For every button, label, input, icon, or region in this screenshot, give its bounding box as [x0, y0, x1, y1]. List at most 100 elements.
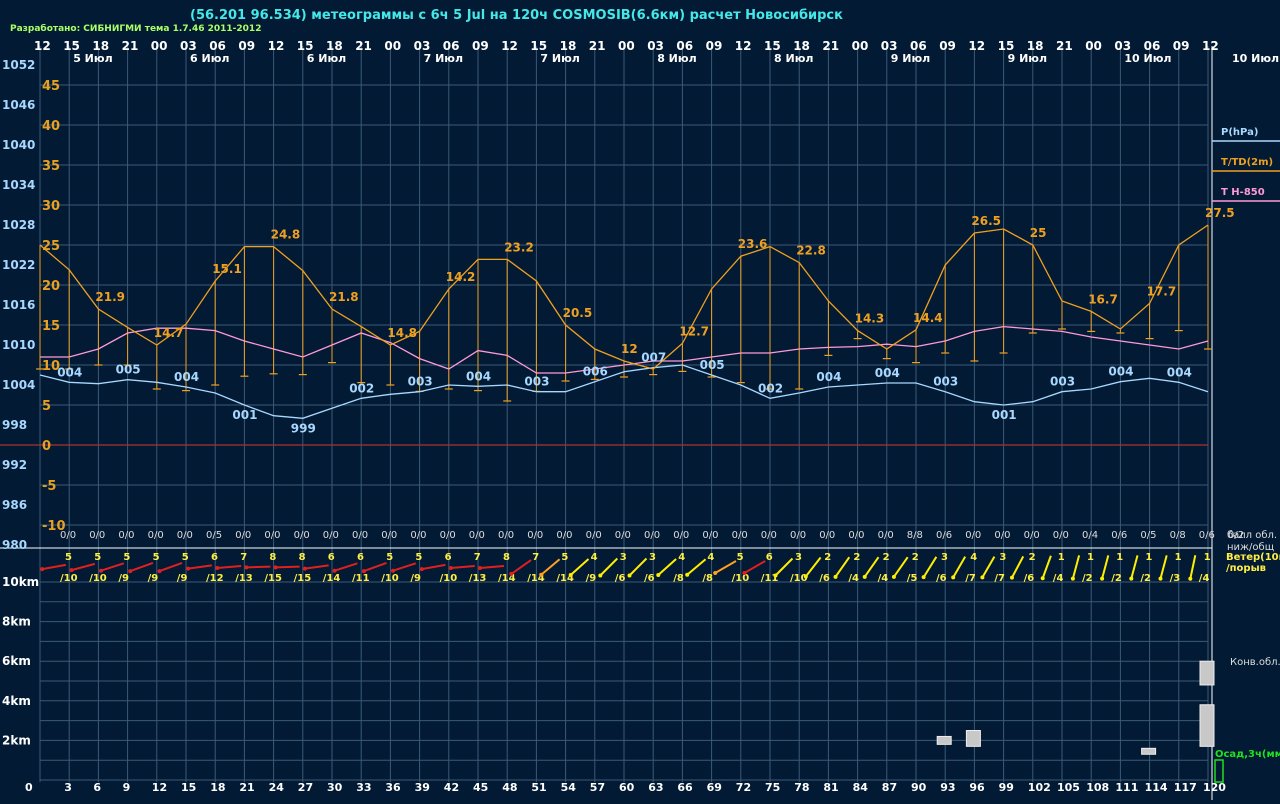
pressure-value-label: 004 — [1108, 365, 1133, 379]
wind-speed-label: 3 — [649, 552, 656, 563]
cloud-cover-value: 0/0 — [498, 530, 514, 541]
hour-tick-label: 09 — [939, 39, 956, 53]
date-label: 6 Июл — [190, 52, 229, 65]
wind-arrow — [1071, 555, 1081, 579]
hour-tick-label: 15 — [998, 39, 1015, 53]
hour-tick-label: 18 — [560, 39, 577, 53]
pressure-tick-label: 1052 — [2, 58, 35, 72]
cloud-cover-value: 0/0 — [294, 530, 310, 541]
step-label: 84 — [853, 781, 869, 794]
wind-arrow — [922, 556, 938, 578]
wind-arrow-head — [186, 566, 191, 571]
hour-tick-label: 03 — [881, 39, 898, 53]
pressure-value-label: 003 — [933, 375, 958, 389]
wind-arrow — [71, 562, 96, 572]
temperature-value-label: 23.2 — [504, 240, 534, 254]
wind-arrow-head — [713, 571, 718, 575]
hour-tick-label: 06 — [676, 39, 693, 53]
pressure-tick-label: 992 — [2, 458, 27, 472]
temperature-tick-label: 45 — [42, 79, 60, 94]
pressure-value-label: 002 — [758, 381, 783, 395]
pressure-value-label: 003 — [524, 375, 549, 389]
cloud-cover-value: 0/0 — [848, 530, 864, 541]
wind-arrow — [450, 564, 475, 570]
wind-gust-label: /9 — [118, 573, 129, 584]
cloud-cover-value: 0/0 — [819, 530, 835, 541]
step-label: 57 — [590, 781, 605, 794]
hour-tick-label: 03 — [647, 39, 664, 53]
wind-arrow — [510, 559, 532, 575]
wind-gust-label: /4 — [1199, 573, 1210, 584]
wind-arrow-head — [1009, 575, 1014, 580]
wind-gust-label: /10 — [60, 573, 78, 584]
step-label: 33 — [356, 781, 371, 794]
temperature-value-label: 25 — [1030, 226, 1047, 240]
hour-tick-label: 03 — [414, 39, 431, 53]
wind-arrow-head — [361, 569, 366, 574]
hour-tick-label: 12 — [968, 39, 985, 53]
date-label: 7 Июл — [424, 52, 463, 65]
date-label: 8 Июл — [657, 52, 696, 65]
cloud-cover-value: 0/0 — [264, 530, 280, 541]
wind-arrow — [421, 563, 446, 571]
pressure-value-label: 007 — [641, 351, 666, 365]
temperature-value-label: 21.9 — [95, 290, 125, 304]
date-label: 10 Июл — [1124, 52, 1171, 65]
wind-speed-label: 3 — [620, 552, 627, 563]
cloud-cover-value: 0/0 — [440, 530, 456, 541]
step-label: 0 — [25, 781, 33, 794]
wind-arrow-head — [627, 573, 632, 578]
wind-arrow — [479, 564, 505, 570]
wind-gust-label: /13 — [235, 573, 253, 584]
cloud-cover-value: 0/6 — [1111, 530, 1127, 541]
wind-arrow-head — [598, 573, 603, 578]
wind-speed-label: 7 — [532, 552, 539, 563]
step-label: 72 — [736, 781, 751, 794]
wind-arrow — [952, 556, 967, 578]
hour-tick-label: 12 — [735, 39, 752, 53]
convective-cloud-bar — [1141, 747, 1157, 755]
date-label-right: 10 Июл — [1232, 52, 1279, 65]
step-label: 120 — [1203, 781, 1226, 794]
cloud-cover-value: 0/0 — [732, 530, 748, 541]
cloud-cover-value: 0/6 — [936, 530, 952, 541]
wind-arrow — [981, 556, 996, 578]
wind-arrow-head — [390, 568, 395, 573]
step-label: 108 — [1086, 781, 1109, 794]
wind-arrow-head — [157, 569, 162, 574]
step-label: 114 — [1145, 781, 1168, 794]
cloud-legend-line1: балл обл. — [1227, 530, 1277, 541]
wind-gust-label: /3 — [1170, 573, 1181, 584]
hour-tick-label: 18 — [793, 39, 810, 53]
hour-tick-label: 21 — [355, 39, 372, 53]
wind-arrow-head — [128, 569, 133, 574]
cloud-cover-value: 0/0 — [527, 530, 543, 541]
hour-tick-label: 18 — [1027, 39, 1044, 53]
wind-speed-label: 3 — [999, 552, 1006, 563]
wind-speed-label: 6 — [328, 552, 335, 563]
cloud-cover-value: 0/0 — [381, 530, 397, 541]
wind-gust-label: /4 — [848, 573, 859, 584]
wind-speed-label: 1 — [1145, 552, 1152, 563]
convective-cloud-bar — [1199, 660, 1215, 686]
wind-arrow — [893, 556, 909, 578]
date-label: 8 Июл — [774, 52, 813, 65]
wind-gust-label: /2 — [1111, 573, 1122, 584]
hour-tick-label: 21 — [122, 39, 139, 53]
wind-arrow-head — [98, 568, 103, 573]
wind-arrow-head — [332, 568, 337, 573]
wind-gust-label: /14 — [323, 573, 341, 584]
wind-speed-label: 8 — [299, 552, 306, 563]
wind-arrow-head — [215, 566, 220, 571]
step-label: 93 — [940, 781, 955, 794]
wind-gust-label: /15 — [264, 573, 282, 584]
wind-gust-label: /9 — [410, 573, 421, 584]
wind-arrow — [392, 562, 417, 572]
step-label: 15 — [181, 781, 196, 794]
pressure-value-label: 005 — [700, 358, 725, 372]
step-label: 3 — [64, 781, 72, 794]
hour-tick-label: 09 — [238, 39, 255, 53]
wind-arrow — [743, 560, 766, 574]
wind-arrow — [100, 562, 125, 572]
wind-legend-line1: Ветер(10м) — [1226, 552, 1280, 563]
